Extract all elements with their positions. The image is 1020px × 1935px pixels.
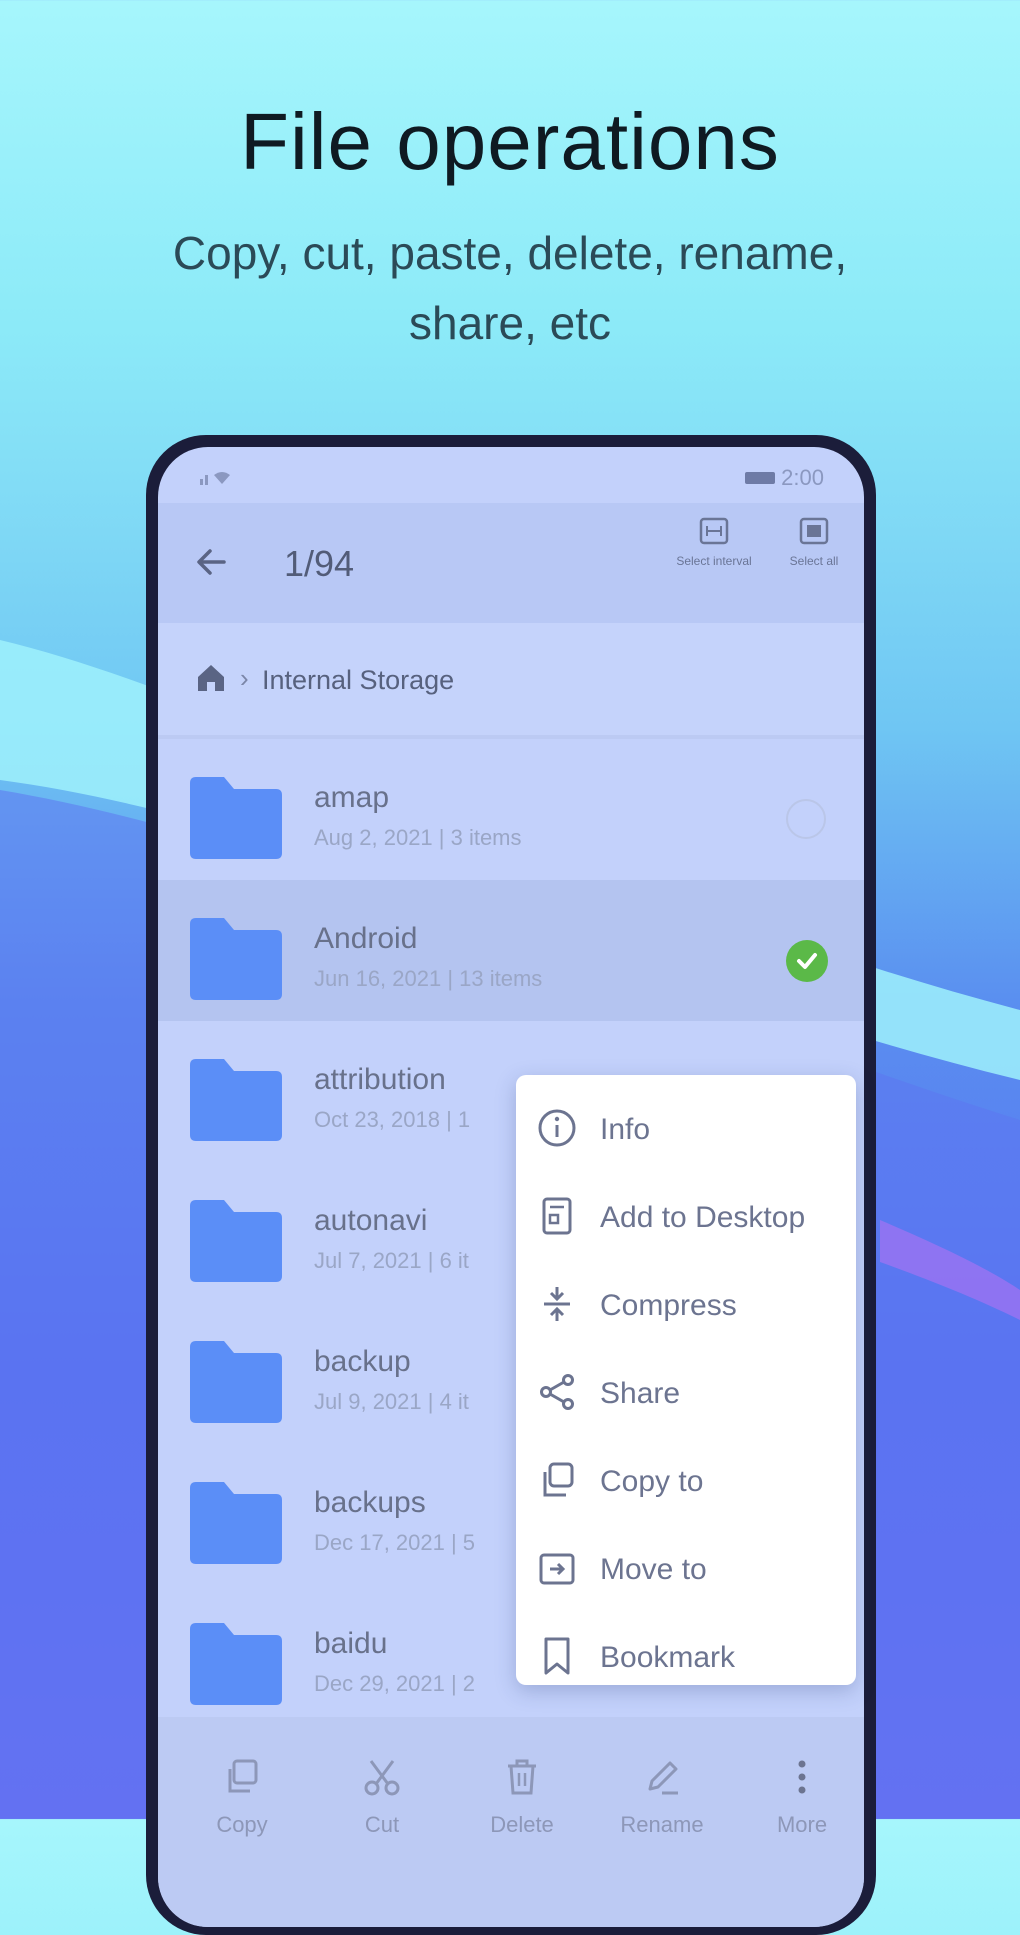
file-meta: Jun 16, 2021 | 13 items bbox=[314, 966, 543, 991]
folder-icon bbox=[190, 1200, 282, 1282]
file-name: backups bbox=[314, 1486, 426, 1519]
file-name: backup bbox=[314, 1345, 411, 1378]
cut-icon bbox=[364, 1760, 400, 1796]
select-interval-button[interactable]: Select interval bbox=[664, 517, 764, 568]
copy-button[interactable]: Copy bbox=[182, 1757, 302, 1838]
selection-count: 1/94 bbox=[284, 543, 355, 584]
status-time: 2:00 bbox=[781, 465, 824, 490]
file-name: baidu bbox=[314, 1627, 388, 1660]
file-name: attribution bbox=[314, 1063, 446, 1096]
folder-icon bbox=[190, 777, 282, 859]
breadcrumb: › Internal Storage bbox=[158, 623, 864, 735]
app-bar: 1/94 Select interval Select all bbox=[158, 503, 864, 623]
signal-wifi-icon bbox=[200, 465, 236, 491]
selection-radio[interactable] bbox=[786, 799, 826, 839]
folder-icon bbox=[190, 1059, 282, 1141]
more-button[interactable]: More bbox=[742, 1757, 862, 1838]
more-icon bbox=[798, 1760, 806, 1794]
select-all-button[interactable]: Select all bbox=[764, 517, 864, 568]
file-name: autonavi bbox=[314, 1204, 428, 1237]
menu-item-share[interactable]: Share bbox=[516, 1349, 856, 1437]
menu-item-copy-to[interactable]: Copy to bbox=[516, 1437, 856, 1525]
subtitle: Copy, cut, paste, delete, rename, share,… bbox=[172, 227, 848, 349]
menu-item-label: Info bbox=[600, 1113, 651, 1146]
context-menu: Info Add to Desktop Compress Share Copy … bbox=[516, 1075, 856, 1685]
menu-item-bookmark[interactable]: Bookmark bbox=[516, 1613, 856, 1701]
selected-check-icon[interactable] bbox=[786, 940, 828, 982]
menu-item-add-to-desktop[interactable]: Add to Desktop bbox=[516, 1173, 856, 1261]
delete-label: Delete bbox=[490, 1812, 554, 1837]
folder-icon bbox=[190, 1482, 282, 1564]
share-icon bbox=[540, 1374, 574, 1410]
select-all-label: Select all bbox=[789, 554, 839, 568]
copy-icon bbox=[228, 1759, 258, 1793]
folder-icon bbox=[190, 918, 282, 1000]
status-bar: 2:00 bbox=[158, 447, 864, 503]
file-meta: Jul 7, 2021 | 6 it bbox=[314, 1248, 469, 1273]
copy-label: Copy bbox=[216, 1812, 268, 1837]
file-meta: Dec 29, 2021 | 2 bbox=[314, 1671, 476, 1696]
battery-icon bbox=[745, 472, 776, 484]
file-name: amap bbox=[314, 781, 390, 814]
list-item[interactable]: amap Aug 2, 2021 | 3 items bbox=[158, 739, 864, 880]
move-to-icon bbox=[539, 1553, 575, 1585]
list-item[interactable]: Android Jun 16, 2021 | 13 items bbox=[158, 880, 864, 1021]
menu-item-label: Share bbox=[600, 1377, 681, 1410]
file-meta: Aug 2, 2021 | 3 items bbox=[314, 825, 522, 850]
headline: File operations bbox=[240, 97, 780, 186]
menu-item-label: Compress bbox=[600, 1289, 737, 1322]
delete-button[interactable]: Delete bbox=[462, 1757, 582, 1838]
select-interval-label: Select interval bbox=[676, 554, 752, 568]
add-to-desktop-icon bbox=[542, 1197, 572, 1235]
menu-item-move-to[interactable]: Move to bbox=[516, 1525, 856, 1613]
breadcrumb-path[interactable]: Internal Storage bbox=[262, 665, 454, 696]
rename-label: Rename bbox=[620, 1812, 704, 1837]
folder-icon bbox=[190, 1341, 282, 1423]
bookmark-icon bbox=[544, 1637, 570, 1675]
menu-item-info[interactable]: Info bbox=[516, 1085, 856, 1173]
folder-icon bbox=[190, 1623, 282, 1705]
cut-button[interactable]: Cut bbox=[322, 1757, 442, 1838]
bottom-action-bar: Copy Cut Delete Rename More bbox=[158, 1717, 864, 1927]
menu-item-label: Bookmark bbox=[600, 1641, 736, 1674]
delete-icon bbox=[508, 1759, 536, 1795]
more-label: More bbox=[776, 1812, 828, 1837]
compress-icon bbox=[544, 1287, 570, 1321]
back-arrow-icon bbox=[197, 549, 226, 575]
file-meta: Dec 17, 2021 | 5 bbox=[314, 1530, 476, 1555]
back-button[interactable] bbox=[184, 535, 238, 589]
menu-item-compress[interactable]: Compress bbox=[516, 1261, 856, 1349]
cut-label: Cut bbox=[364, 1812, 400, 1837]
file-name: Android bbox=[314, 922, 418, 955]
status-right: 2:00 bbox=[745, 465, 824, 491]
rename-icon bbox=[648, 1761, 678, 1795]
menu-item-label: Add to Desktop bbox=[600, 1201, 806, 1234]
menu-item-label: Move to bbox=[600, 1553, 707, 1586]
rename-button[interactable]: Rename bbox=[602, 1757, 722, 1838]
info-icon bbox=[538, 1109, 576, 1147]
home-icon[interactable] bbox=[194, 661, 228, 695]
select-all-icon bbox=[799, 517, 829, 545]
chevron-right-icon: › bbox=[240, 663, 249, 693]
file-meta: Jul 9, 2021 | 4 it bbox=[314, 1389, 469, 1414]
menu-item-label: Copy to bbox=[600, 1465, 704, 1498]
file-meta: Oct 23, 2018 | 1 bbox=[314, 1107, 471, 1132]
copy-to-icon bbox=[543, 1462, 574, 1497]
select-interval-icon bbox=[699, 517, 729, 545]
